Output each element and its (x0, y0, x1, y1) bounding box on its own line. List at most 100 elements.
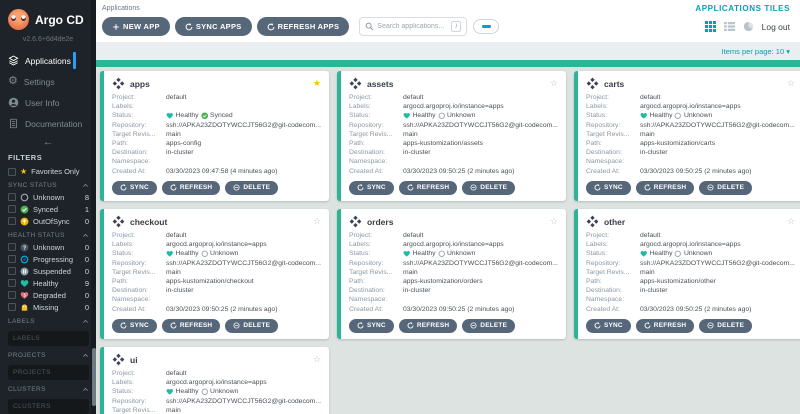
sync-button[interactable]: SYNC (586, 181, 631, 195)
card-field-label: Repository: (586, 121, 640, 130)
delete-button[interactable]: DELETE (462, 319, 515, 333)
sidebar-item-documentation[interactable]: Documentation (0, 113, 96, 134)
filter-item-progressing[interactable]: Progressing0 (8, 253, 89, 265)
app-name[interactable]: ui (130, 355, 138, 365)
star-outline-icon[interactable]: ☆ (550, 79, 558, 88)
sync-apps-button[interactable]: SYNC APPS (175, 17, 252, 36)
card-field-label: Created At: (112, 167, 166, 176)
star-outline-icon[interactable]: ☆ (787, 79, 795, 88)
app-name[interactable]: other (604, 217, 625, 227)
filter-item-unknown[interactable]: ?Unknown0 (8, 241, 89, 253)
delete-button[interactable]: DELETE (462, 181, 515, 195)
sync-button[interactable]: SYNC (349, 181, 394, 195)
app-name[interactable]: assets (367, 79, 393, 89)
card-field-value: in-cluster (403, 148, 558, 157)
chevron-up-icon[interactable] (82, 232, 89, 239)
application-card[interactable]: assets☆Project:defaultLabels:argocd.argo… (337, 71, 566, 201)
chevron-up-icon[interactable] (82, 318, 89, 325)
filter-checkbox[interactable] (8, 303, 16, 311)
card-field-value: main (166, 130, 321, 139)
filter-checkbox[interactable] (8, 291, 16, 299)
tiles-view-icon[interactable] (705, 21, 716, 32)
items-per-page[interactable]: Items per page: 10 ▾ (722, 47, 790, 56)
application-card[interactable]: carts☆Project:defaultLabels:argocd.argop… (574, 71, 800, 201)
star-outline-icon[interactable]: ☆ (313, 217, 321, 226)
filter-item-label: Unknown (33, 193, 64, 202)
filter-item-healthy[interactable]: Healthy9 (8, 277, 89, 289)
sidebar-item-settings[interactable]: ⚙Settings (0, 71, 96, 92)
sync-button[interactable]: SYNC (349, 319, 394, 333)
sync-button[interactable]: SYNC (586, 319, 631, 333)
refresh-button[interactable]: REFRESH (399, 319, 457, 333)
sidebar-item-user-info[interactable]: User Info (0, 92, 96, 113)
filter-item-missing[interactable]: Missing0 (8, 301, 89, 313)
filter-checkbox[interactable] (8, 255, 16, 263)
app-name[interactable]: apps (130, 79, 150, 89)
logo[interactable]: Argo CD (0, 0, 96, 33)
filter-checkbox[interactable] (8, 193, 16, 201)
filter-checkbox[interactable] (8, 217, 16, 225)
star-outline-icon[interactable]: ☆ (787, 217, 795, 226)
filter-checkbox[interactable] (8, 279, 16, 287)
application-card[interactable]: checkout☆Project:defaultLabels:argocd.ar… (100, 209, 329, 339)
card-field-label: Destination: (586, 148, 640, 157)
favorites-checkbox[interactable] (8, 168, 16, 176)
search-input[interactable] (377, 23, 448, 30)
app-name[interactable]: carts (604, 79, 624, 89)
card-button-label: DELETE (243, 184, 270, 191)
breadcrumb[interactable]: Applications (102, 5, 140, 12)
chevron-up-icon[interactable] (82, 386, 89, 393)
application-card[interactable]: other☆Project:defaultLabels:argocd.argop… (574, 209, 800, 339)
favorites-only-filter[interactable]: ★ Favorites Only (8, 167, 89, 176)
filter-item-outofsync[interactable]: OutOfSync0 (8, 215, 89, 227)
card-field-label: Namespace: (349, 295, 403, 304)
sidebar-item-label: Applications (25, 56, 71, 66)
star-outline-icon[interactable]: ☆ (550, 217, 558, 226)
refresh-button[interactable]: REFRESH (636, 319, 694, 333)
summary-view-icon[interactable] (743, 21, 754, 32)
list-view-icon[interactable] (724, 21, 735, 32)
card-field-value: default (640, 93, 795, 102)
delete-button[interactable]: DELETE (699, 319, 752, 333)
filter-item-degraded[interactable]: Degraded0 (8, 289, 89, 301)
scrollbar-thumb[interactable] (92, 348, 96, 406)
sidebar-collapse-button[interactable]: ← (0, 134, 96, 150)
refresh-apps-button[interactable]: REFRESH APPS (257, 17, 350, 36)
sidebar-item-applications[interactable]: Applications (0, 50, 96, 71)
filter-input-labels[interactable] (8, 331, 89, 346)
filter-item-synced[interactable]: Synced1 (8, 203, 89, 215)
favorites-toggle[interactable] (473, 19, 499, 34)
star-outline-icon[interactable]: ☆ (313, 355, 321, 364)
chevron-up-icon[interactable] (82, 352, 89, 359)
filter-item-suspended[interactable]: Suspended0 (8, 265, 89, 277)
refresh-button[interactable]: REFRESH (162, 319, 220, 333)
filter-checkbox[interactable] (8, 205, 16, 213)
filter-checkbox[interactable] (8, 243, 16, 251)
card-field-value: argocd.argoproj.io/instance=apps (403, 102, 558, 111)
star-filled-icon[interactable]: ★ (313, 79, 321, 88)
delete-button[interactable]: DELETE (225, 181, 278, 195)
card-button-label: DELETE (717, 184, 744, 191)
filter-checkbox[interactable] (8, 267, 16, 275)
refresh-button[interactable]: REFRESH (162, 181, 220, 195)
filter-item-unknown[interactable]: Unknown8 (8, 191, 89, 203)
filter-input-clusters[interactable] (8, 399, 89, 414)
refresh-button[interactable]: REFRESH (636, 181, 694, 195)
delete-button[interactable]: DELETE (699, 181, 752, 195)
sync-button[interactable]: SYNC (112, 319, 157, 333)
application-card[interactable]: ui☆Project:defaultLabels:argocd.argoproj… (100, 347, 329, 414)
sync-button[interactable]: SYNC (112, 181, 157, 195)
sidebar-scrollbar[interactable] (91, 0, 96, 414)
logout-button[interactable]: Log out (762, 22, 790, 32)
app-name[interactable]: orders (367, 217, 393, 227)
application-card[interactable]: orders☆Project:defaultLabels:argocd.argo… (337, 209, 566, 339)
filter-input-projects[interactable] (8, 365, 89, 380)
application-card[interactable]: apps★Project:defaultLabels:Status:Health… (100, 71, 329, 201)
card-field-label: Project: (112, 231, 166, 240)
app-name[interactable]: checkout (130, 217, 167, 227)
delete-button[interactable]: DELETE (225, 319, 278, 333)
card-field-value: default (403, 93, 558, 102)
chevron-up-icon[interactable] (82, 182, 89, 189)
refresh-button[interactable]: REFRESH (399, 181, 457, 195)
new-app-button[interactable]: NEW APP (102, 17, 170, 36)
